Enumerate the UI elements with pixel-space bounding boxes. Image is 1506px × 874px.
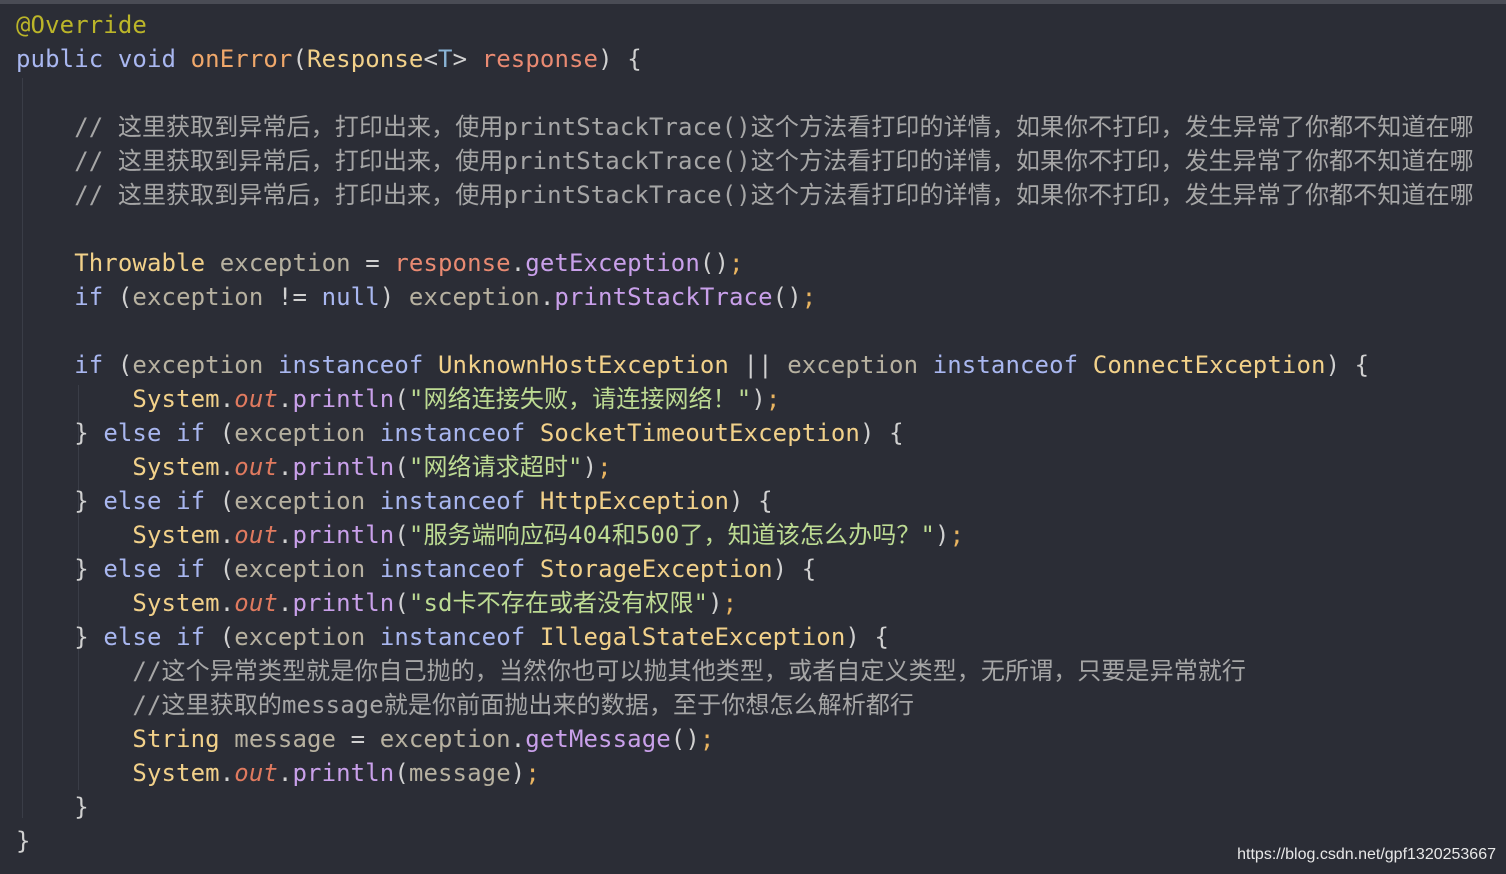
type-string: String — [132, 725, 220, 753]
code-line-9: if (exception != null) exception.printSt… — [74, 283, 817, 311]
code-line-6-comment: // 这里获取到异常后，打印出来，使用printStackTrace()这个方法… — [16, 178, 1474, 212]
type-connectexception: ConnectException — [1092, 351, 1326, 379]
string-http: "服务端响应码404和500了，知道该怎么办吗？" — [408, 521, 935, 549]
string-timeout: "网络请求超时" — [408, 453, 583, 481]
comment-print-3: // 这里获取到异常后，打印出来，使用printStackTrace()这个方法… — [74, 181, 1474, 209]
param-response: response — [481, 45, 599, 73]
code-line-1: @Override — [16, 8, 1474, 42]
method-printstacktrace: printStackTrace — [554, 283, 773, 311]
type-sockettimeoutexception: SocketTimeoutException — [539, 419, 860, 447]
watermark-url: https://blog.csdn.net/gpf1320253667 — [1237, 846, 1496, 863]
code-line-16: System.out.println("服务端响应码404和500了，知道该怎么… — [132, 521, 965, 549]
code-line-8: Throwable exception = response.getExcept… — [74, 249, 744, 277]
code-line-3-blank — [16, 76, 1474, 110]
code-line-12: System.out.println("网络连接失败，请连接网络！"); — [132, 385, 781, 413]
generic-t: T — [438, 45, 453, 73]
code-line-18: System.out.println("sd卡不存在或者没有权限"); — [132, 589, 738, 617]
keyword-null: null — [321, 283, 380, 311]
code-line-4-comment: // 这里获取到异常后，打印出来，使用printStackTrace()这个方法… — [16, 110, 1474, 144]
annotation-override: @Override — [16, 11, 147, 39]
type-illegalstateexception: IllegalStateException — [539, 623, 846, 651]
string-storage: "sd卡不存在或者没有权限" — [408, 589, 709, 617]
code-line-11: if (exception instanceof UnknownHostExce… — [74, 351, 1370, 379]
comment-custom-2: //这里获取的message就是你前面抛出来的数据，至于你想怎么解析都行 — [132, 691, 915, 719]
method-getmessage: getMessage — [525, 725, 671, 753]
type-httpexception: HttpException — [539, 487, 730, 515]
type-unknownhostexception: UnknownHostException — [438, 351, 729, 379]
type-storageexception: StorageException — [539, 555, 773, 583]
var-exception: exception — [219, 249, 351, 277]
code-line-10-blank — [16, 314, 1474, 348]
code-line-14: System.out.println("网络请求超时"); — [132, 453, 612, 481]
var-message: message — [234, 725, 337, 753]
comment-print-1: // 这里获取到异常后，打印出来，使用printStackTrace()这个方法… — [74, 113, 1474, 141]
method-getexception: getException — [525, 249, 700, 277]
code-line-24: } — [74, 793, 89, 821]
keyword-void: void — [117, 45, 177, 73]
ref-response: response — [394, 249, 511, 277]
type-response: Response — [307, 45, 424, 73]
code-editor[interactable]: @Override public void onError(Response<T… — [16, 8, 1474, 858]
code-line-2: public void onError(Response<T> response… — [16, 45, 642, 73]
keyword-if: if — [74, 283, 104, 311]
string-network-fail: "网络连接失败，请连接网络！" — [408, 385, 752, 413]
method-name-onerror: onError — [190, 45, 293, 73]
code-line-17: } else if (exception instanceof StorageE… — [74, 555, 817, 583]
keyword-public: public — [16, 45, 104, 73]
code-line-19: } else if (exception instanceof IllegalS… — [74, 623, 890, 651]
top-border — [0, 0, 1506, 4]
code-line-13: } else if (exception instanceof SocketTi… — [74, 419, 904, 447]
code-line-20-comment: //这个异常类型就是你自己抛的，当然你也可以抛其他类型，或者自定义类型，无所谓，… — [16, 654, 1474, 688]
code-line-23: System.out.println(message); — [132, 759, 540, 787]
code-line-5-comment: // 这里获取到异常后，打印出来，使用printStackTrace()这个方法… — [16, 144, 1474, 178]
code-line-22: String message = exception.getMessage(); — [132, 725, 715, 753]
code-line-21-comment: //这里获取的message就是你前面抛出来的数据，至于你想怎么解析都行 — [16, 688, 1474, 722]
comment-print-2: // 这里获取到异常后，打印出来，使用printStackTrace()这个方法… — [74, 147, 1474, 175]
type-throwable: Throwable — [74, 249, 206, 277]
code-line-15: } else if (exception instanceof HttpExce… — [74, 487, 773, 515]
code-line-7-blank — [16, 212, 1474, 246]
comment-custom-1: //这个异常类型就是你自己抛的，当然你也可以抛其他类型，或者自定义类型，无所谓，… — [132, 657, 1247, 685]
